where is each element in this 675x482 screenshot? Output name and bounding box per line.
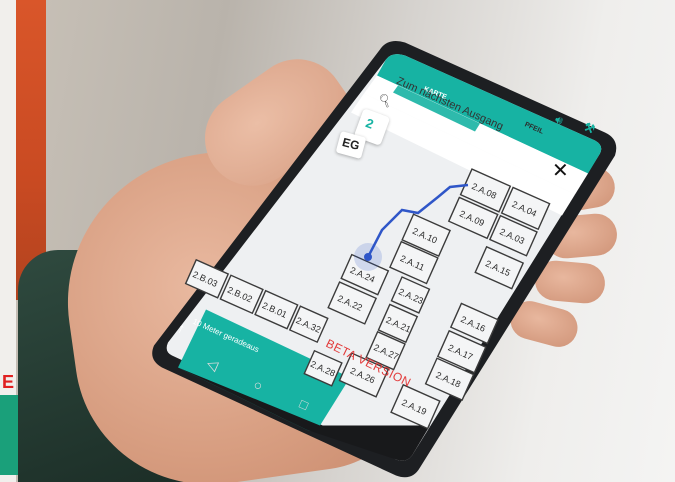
photo-scene: E KARTE PFEIL 🔍︎ Zum nächsten Ausgang 🔊︎… <box>0 0 675 482</box>
current-location-dot <box>364 253 372 261</box>
background-sign-text: E <box>2 372 16 392</box>
background-green-sign <box>0 395 20 475</box>
floor-plan[interactable]: 2.A.08 2.A.04 2.A.09 2.A.03 2.A.10 2.A.1… <box>150 35 620 480</box>
